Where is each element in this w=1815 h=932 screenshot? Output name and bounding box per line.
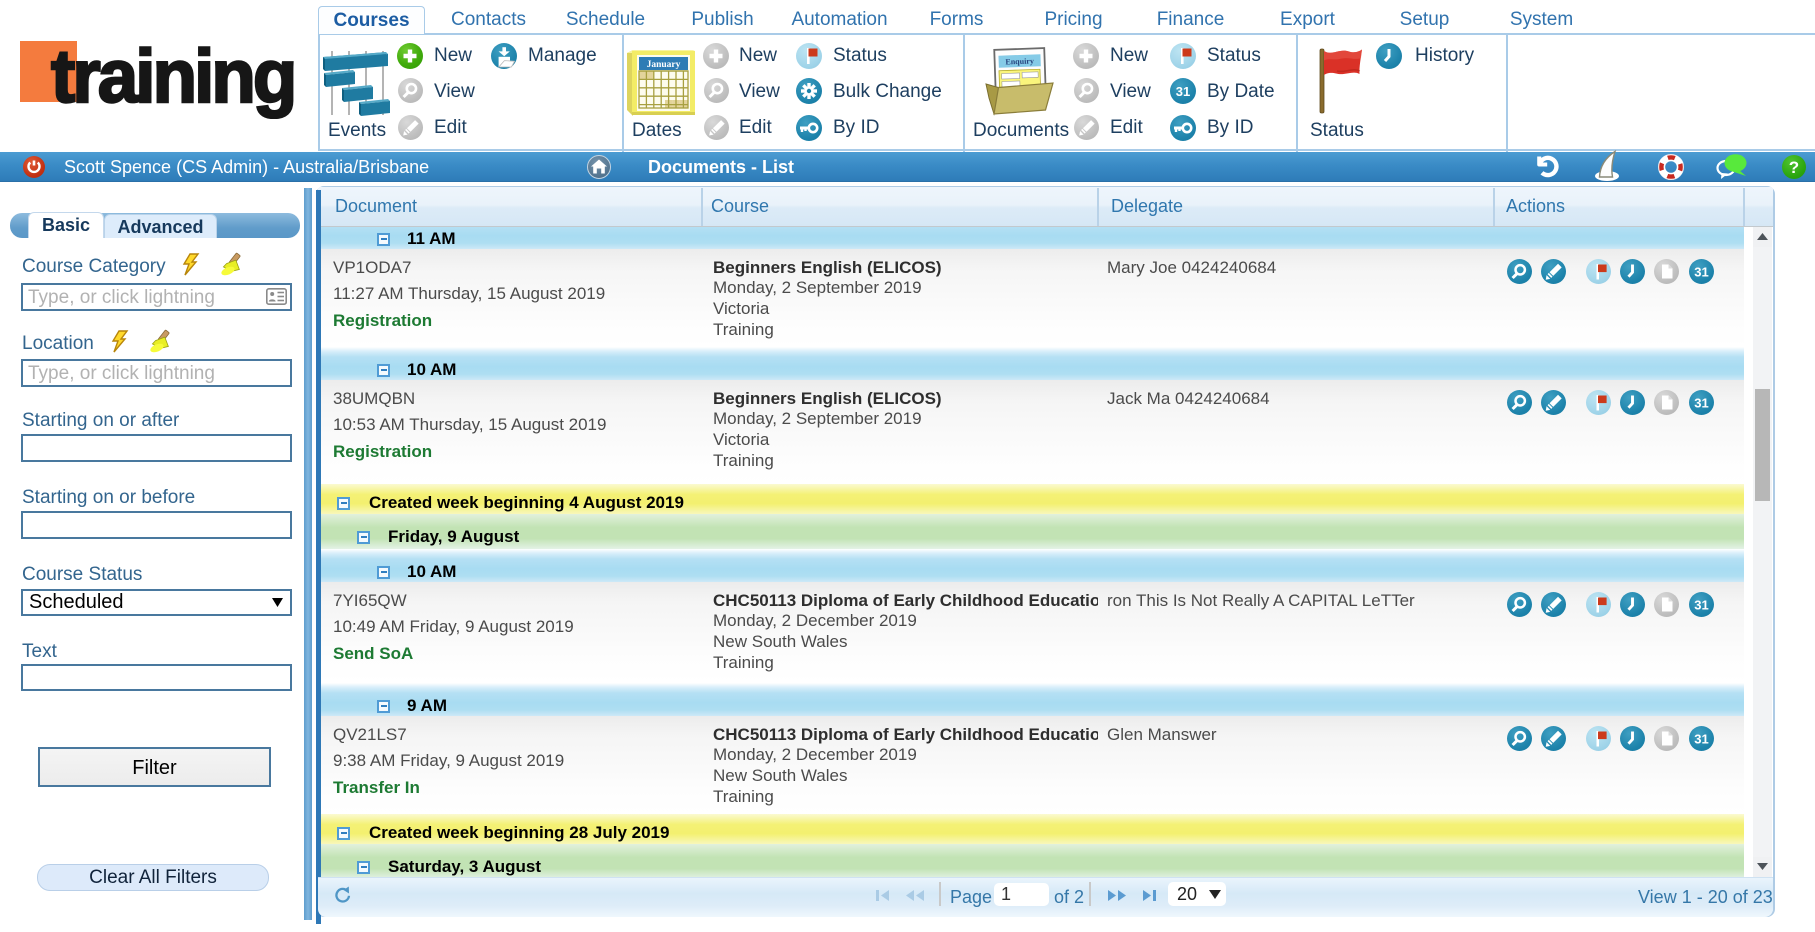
- svg-text:31: 31: [1694, 731, 1708, 746]
- svg-text:?: ?: [1789, 158, 1799, 177]
- svg-text:31: 31: [1176, 84, 1190, 99]
- svg-text:Enquiry: Enquiry: [1005, 56, 1034, 66]
- svg-text:31: 31: [1694, 395, 1708, 410]
- svg-text:31: 31: [1694, 264, 1708, 279]
- svg-text:31: 31: [1694, 597, 1708, 612]
- svg-text:January: January: [647, 60, 681, 70]
